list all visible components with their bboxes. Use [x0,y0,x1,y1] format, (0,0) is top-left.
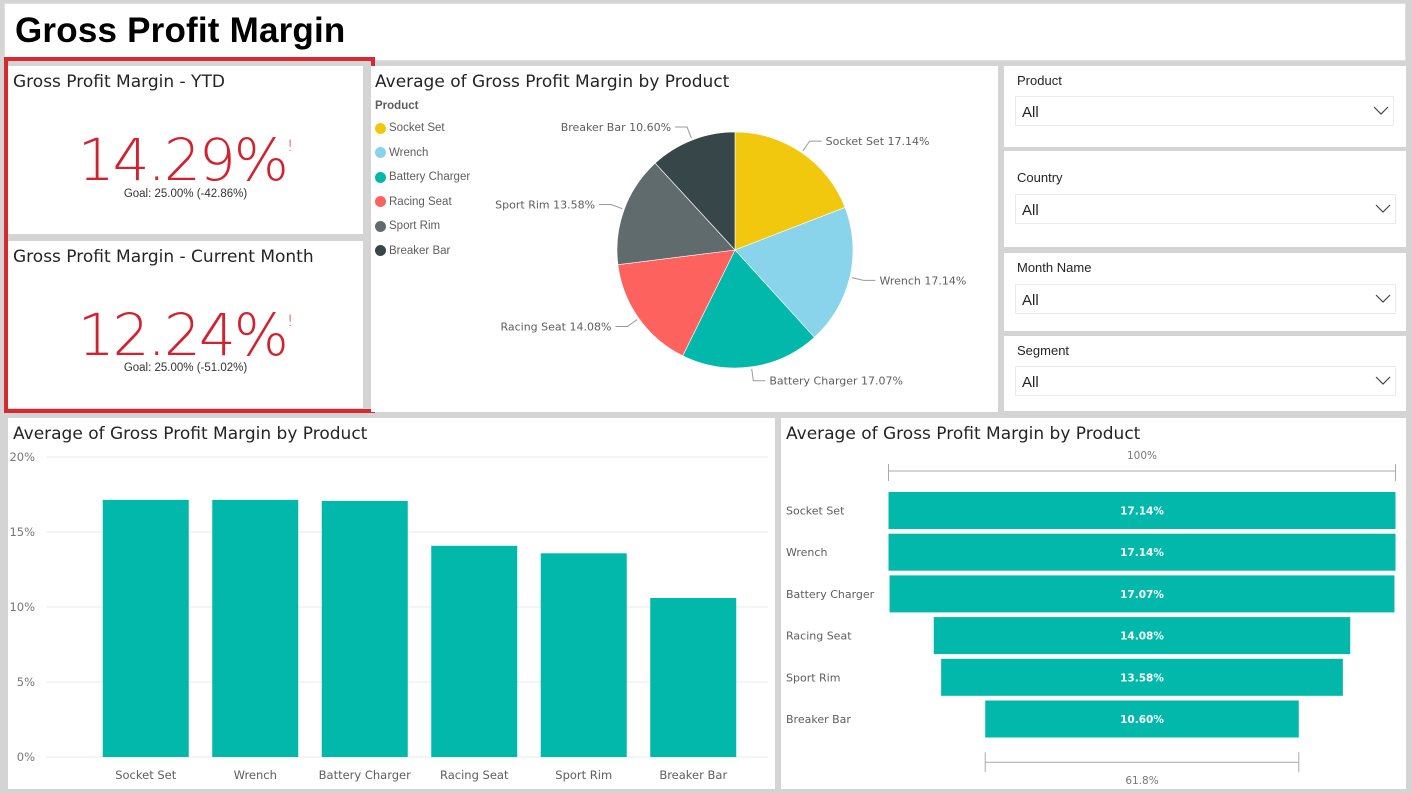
funnel-value-label: 13.58% [1120,672,1164,684]
pie-data-label: Sport Rim 13.58% [495,199,595,212]
bar-socket-set[interactable] [102,499,189,757]
pie-data-label: Racing Seat 14.08% [500,321,611,334]
y-tick-label: 0% [17,750,35,764]
chevron-down-icon [1375,204,1391,213]
funnel-value-label: 17.14% [1120,506,1164,518]
alert-indicator-icon: ! [286,136,294,155]
x-tick-label: Socket Set [115,768,177,782]
kpi-goal: Goal: 25.00% (-42.86%) [123,188,248,200]
bar-breaker-bar[interactable] [650,598,737,757]
funnel-category-label: Socket Set [786,505,845,518]
slicer-label: Segment [1017,343,1070,358]
pie-leader-line [615,319,638,328]
bar-sport-rim[interactable] [540,553,627,757]
column-chart-svg: 0% 5% 10% 15% 20% Socket Set Wrench Battery Cha… [9,450,768,782]
slicer-label: Month Name [1017,260,1092,275]
funnel-category-label: Sport Rim [786,671,840,684]
kpi-title: Gross Profit Margin - YTD [13,72,225,92]
funnel-value-label: 14.08% [1120,631,1164,643]
slicer-segment: Segment All [1004,336,1406,411]
kpi-value: 12.24%! [8,301,363,369]
funnel-value-label: 17.14% [1120,547,1164,559]
y-tick-label: 5% [17,675,35,689]
funnel-category-label: Battery Charger [786,588,875,601]
pie-leader-line [751,368,766,382]
chevron-down-icon [1375,294,1391,303]
slicer-dropdown-segment[interactable]: All [1015,366,1396,396]
funnel-chart-visual[interactable]: Average of Gross Profit Margin by Produc… [781,418,1406,789]
funnel-value-label: 17.07% [1120,589,1164,601]
bar-wrench[interactable] [212,499,299,757]
x-tick-label: Sport Rim [555,768,612,782]
kpi-value-text: 14.29% [77,126,289,194]
page-title: Gross Profit Margin [15,11,346,50]
slicer-month-name: Month Name All [1004,253,1406,331]
slicer-country: Country All [1004,151,1406,247]
pie-data-label: Battery Charger 17.07% [769,375,903,388]
pie-chart-svg: Socket Set 17.14% Wrench 17.14% Battery Ch… [495,121,966,388]
x-tick-label: Racing Seat [440,768,509,782]
funnel-category-label: Wrench [786,546,827,559]
x-tick-label: Breaker Bar [659,768,727,782]
kpi-card-current-month[interactable]: Gross Profit Margin - Current Month 12.2… [8,241,363,408]
funnel-chart-svg: 100% 17.14% Socket Set 17.14% Wrench 17.07% Ba… [786,450,1396,787]
funnel-bottom-percent-label: 61.8% [1125,775,1158,787]
chevron-down-icon [1373,106,1389,115]
kpi-goal: Goal: 25.00% (-51.02%) [123,362,248,374]
y-tick-label: 15% [9,525,35,539]
funnel-category-label: Racing Seat [786,630,852,643]
kpi-title: Gross Profit Margin - Current Month [13,247,314,267]
x-tick-label: Battery Charger [319,768,411,782]
slicer-label: Product [1017,73,1062,88]
slicer-value: All [1022,374,1039,391]
pie-leader-line [802,140,822,152]
alert-indicator-icon: ! [286,311,294,330]
slicer-label: Country [1017,170,1063,185]
slicer-dropdown-month-name[interactable]: All [1015,284,1396,314]
slicer-dropdown-product[interactable]: All [1015,96,1394,126]
pie-data-label: Wrench 17.14% [879,274,966,287]
funnel-top-scale [888,464,1396,481]
kpi-value-text: 12.24% [77,301,289,369]
slicer-dropdown-country[interactable]: All [1015,194,1396,224]
page-header: Gross Profit Margin [4,3,1406,61]
x-tick-label: Wrench [234,768,277,782]
pie-data-label: Socket Set 17.14% [826,135,930,148]
pie-chart-visual[interactable]: Average of Gross Profit Margin by Produc… [371,66,998,412]
pie-leader-line [675,126,692,139]
bar-battery-charger[interactable] [321,500,408,757]
kpi-card-ytd[interactable]: Gross Profit Margin - YTD 14.29%! Goal: … [8,66,363,234]
slicer-value: All [1022,202,1039,219]
funnel-category-label: Breaker Bar [786,713,851,726]
funnel-value-label: 10.60% [1120,714,1164,726]
funnel-top-percent-label: 100% [1127,450,1157,462]
slicer-value: All [1022,104,1039,121]
y-tick-label: 20% [9,450,35,464]
pie-leader-line [599,204,623,210]
column-chart-visual[interactable]: Average of Gross Profit Margin by Produc… [8,418,775,789]
chevron-down-icon [1375,376,1391,385]
slicer-product: Product All [1004,66,1406,147]
pie-data-label: Breaker Bar 10.60% [561,121,671,134]
slicer-value: All [1022,292,1039,309]
bar-racing-seat[interactable] [431,545,518,757]
kpi-value: 14.29%! [8,126,363,194]
funnel-bottom-scale [984,752,1300,773]
pie-leader-line [851,277,876,281]
y-tick-label: 10% [9,600,35,614]
